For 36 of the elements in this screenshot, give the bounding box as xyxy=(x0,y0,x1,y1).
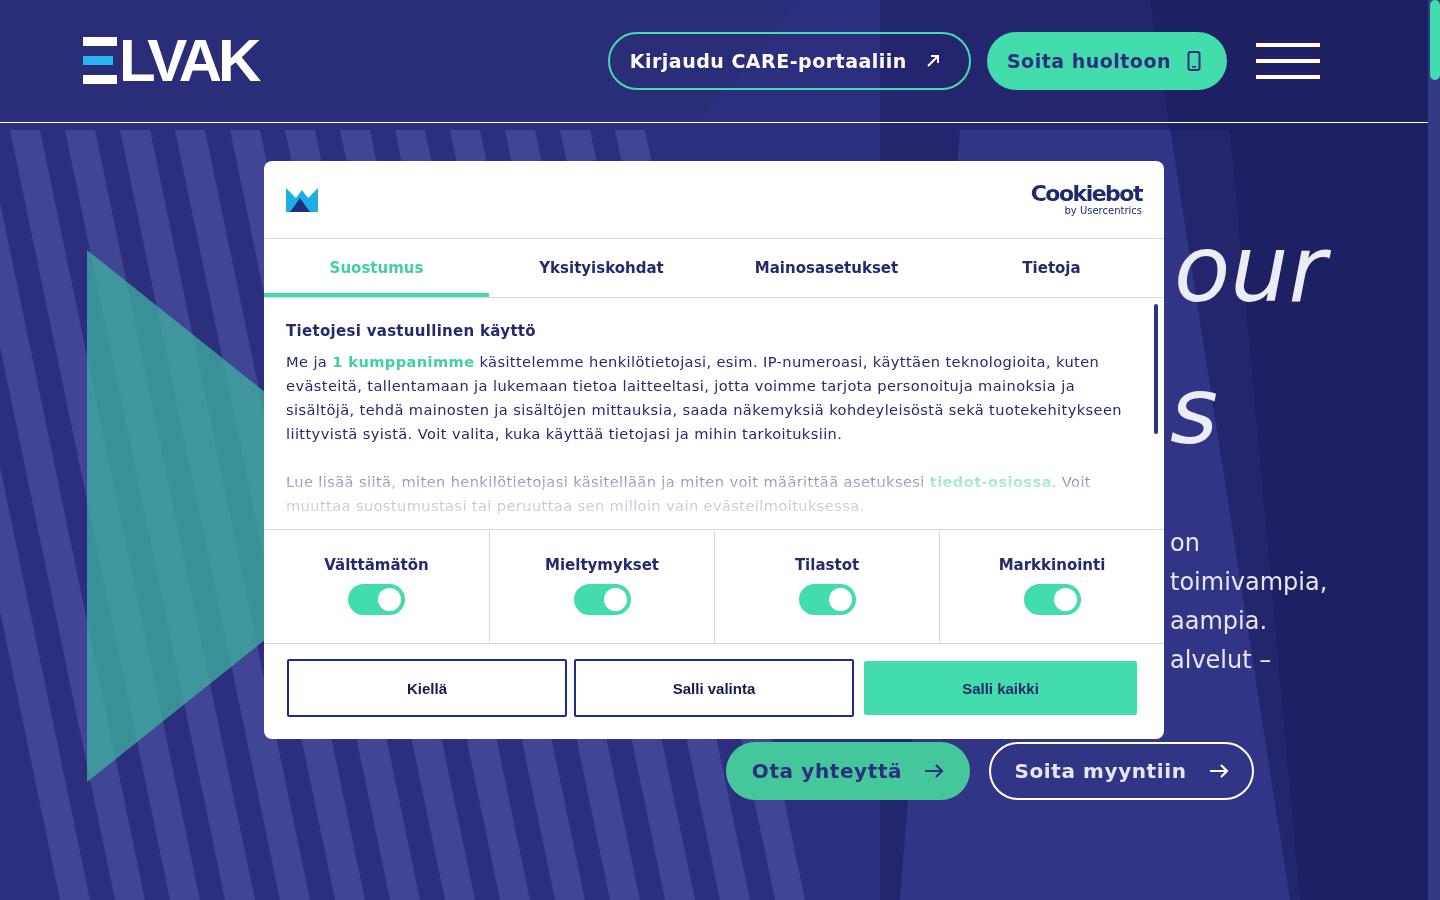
scrollbar[interactable] xyxy=(1428,0,1440,900)
allow-all-button[interactable]: Salli kaikki xyxy=(864,661,1137,715)
logo-bars-icon xyxy=(83,37,117,85)
tab[interactable]: Mainosasetukset xyxy=(714,239,939,297)
scrollbar-thumb[interactable] xyxy=(1154,304,1158,434)
category-label: Välttämätön xyxy=(324,556,429,574)
arrow-right-icon xyxy=(924,764,945,778)
call-button[interactable]: Soita huoltoon xyxy=(986,32,1227,90)
consent-button[interactable]: Salli valinta xyxy=(574,659,854,717)
arrow-right-icon xyxy=(1208,764,1229,778)
toggle-switch[interactable] xyxy=(1023,584,1081,615)
hero-title: s xyxy=(1170,362,1218,462)
brand-name: Cookiebot xyxy=(1030,182,1142,205)
sales-button[interactable]: Soita myyntiin xyxy=(989,742,1254,800)
category-label: Tilastot xyxy=(794,556,860,574)
consent-heading: Tietojesi vastuullinen käyttö xyxy=(286,322,537,340)
toggle-switch[interactable] xyxy=(798,584,856,615)
toggle-switch[interactable] xyxy=(348,584,405,615)
category-label: Markkinointi xyxy=(998,556,1106,574)
tab[interactable]: Yksityiskohdat xyxy=(489,239,714,297)
hero-text: on xyxy=(1170,528,1200,559)
tab[interactable]: Tietoja xyxy=(939,239,1164,297)
logo[interactable]: LVAK xyxy=(119,37,258,85)
consent-button[interactable]: Kiellä xyxy=(287,659,567,717)
login-button[interactable]: Kirjaudu CARE-portaaliin xyxy=(607,32,971,90)
category-label: Mieltymykset xyxy=(545,556,659,574)
hero-text: alvelut – xyxy=(1170,645,1272,676)
hero-text: toimivampia, xyxy=(1170,567,1328,598)
consent-text: Me ja 1 kumppanimme käsittelemme henkilötietojasi, esim. IP-numeroasi, käyttäen teknologioita, kuten evästeitä, tallentamaan ja lukemaan tietoa laitteeltasi, jotta voimme tarjota personoituja mainoksia ja sisältöjä, tehdä mainosten ja sisältöjen mittauksia, saada näkemyksiä kohdeyleisöstä sekä tuotekehitykseen liittyvistä syistä. Voit valita, kuka käyttää tietojasi ja mihin tarkoituksiin. xyxy=(286,352,1123,444)
brand-tagline: by Usercentrics xyxy=(1064,204,1142,217)
hero-text: aampia. xyxy=(1170,606,1268,637)
toggle-switch[interactable] xyxy=(573,584,631,615)
menu-icon[interactable] xyxy=(1256,43,1320,79)
crown-icon xyxy=(286,187,318,212)
contact-button[interactable]: Ota yhteyttä xyxy=(726,742,970,800)
phone-icon xyxy=(1187,51,1201,71)
